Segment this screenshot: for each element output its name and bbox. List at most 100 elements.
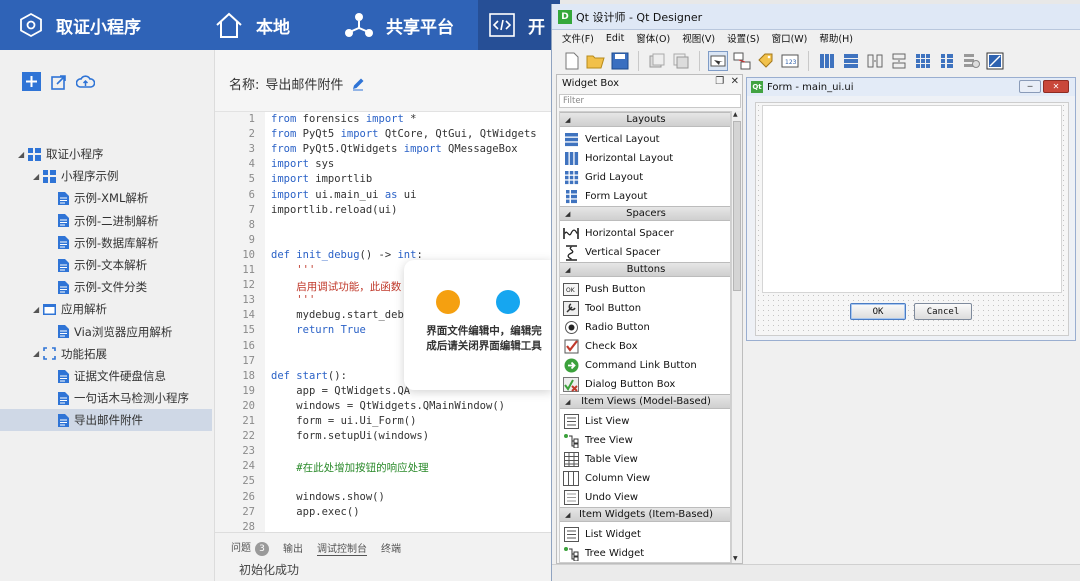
widget-item[interactable]: Column View xyxy=(560,469,730,488)
widget-item[interactable]: Command Link Button xyxy=(560,356,730,375)
cloud-upload-icon[interactable] xyxy=(76,72,95,91)
widget-item[interactable]: Check Box xyxy=(560,337,730,356)
category-collapse-icon[interactable]: ◢ xyxy=(565,398,570,406)
expand-arrow-icon[interactable]: ◢ xyxy=(33,349,43,358)
code-line[interactable]: app = QtWidgets.QA xyxy=(271,385,410,397)
widget-item[interactable]: Table View xyxy=(560,450,730,469)
menu-item[interactable]: 设置(S) xyxy=(727,31,759,45)
float-panel-icon[interactable]: ❐ xyxy=(715,76,724,87)
tab-output[interactable]: 输出 xyxy=(283,540,303,555)
widget-item[interactable]: Vertical Layout xyxy=(560,130,730,149)
tree-item[interactable]: 示例-文本解析 xyxy=(0,254,212,276)
category-collapse-icon[interactable]: ◢ xyxy=(565,116,570,124)
menu-item[interactable]: 帮助(H) xyxy=(819,31,853,45)
code-line[interactable]: 启用调试功能，此函数 xyxy=(271,279,401,294)
code-line[interactable]: import sys xyxy=(271,158,334,170)
category-collapse-icon[interactable]: ◢ xyxy=(565,210,570,218)
tree-item[interactable]: 证据文件硬盘信息 xyxy=(0,365,212,387)
widget-item[interactable]: Grid Layout xyxy=(560,168,730,187)
widget-item[interactable]: Horizontal Spacer xyxy=(560,224,730,243)
widget-category[interactable]: ◢ Spacers xyxy=(560,206,730,221)
code-line[interactable]: from forensics import * xyxy=(271,113,416,125)
layout-form-icon[interactable] xyxy=(937,51,957,71)
edit-signals-icon[interactable] xyxy=(732,51,752,71)
new-file-icon[interactable] xyxy=(562,51,582,71)
break-layout-icon[interactable] xyxy=(961,51,981,71)
export-icon[interactable] xyxy=(49,72,68,91)
expand-arrow-icon[interactable]: ◢ xyxy=(33,305,43,314)
code-line[interactable]: from PyQt5.QtWidgets import QMessageBox xyxy=(271,143,518,155)
layout-horizontally-icon[interactable] xyxy=(817,51,837,71)
widget-item[interactable]: Undo View xyxy=(560,488,730,507)
layout-vertically-icon[interactable] xyxy=(841,51,861,71)
expand-arrow-icon[interactable]: ◢ xyxy=(33,172,43,181)
form-content-area[interactable] xyxy=(762,105,1062,293)
expand-arrow-icon[interactable]: ◢ xyxy=(18,150,28,159)
widget-item[interactable]: OK Push Button xyxy=(560,280,730,299)
edit-pencil-icon[interactable] xyxy=(351,77,365,91)
tree-item[interactable]: ◢ 小程序示例 xyxy=(0,165,212,187)
code-line[interactable]: windows.show() xyxy=(271,491,385,503)
form-canvas[interactable]: OK Cancel xyxy=(755,102,1069,336)
layout-splitter-h-icon[interactable] xyxy=(865,51,885,71)
widget-category[interactable]: ◢ Item Views (Model-Based) xyxy=(560,394,730,409)
tree-item[interactable]: ◢ 功能拓展 xyxy=(0,343,212,365)
widget-item[interactable]: Tree View xyxy=(560,431,730,450)
widget-item[interactable]: Dialog Button Box xyxy=(560,375,730,394)
tab-local[interactable]: 本地 xyxy=(214,0,290,50)
code-line[interactable]: mydebug.start_debu xyxy=(271,309,410,321)
menu-item[interactable]: 视图(V) xyxy=(682,31,715,45)
tab-terminal[interactable]: 终端 xyxy=(381,540,401,555)
minimize-icon[interactable]: ─ xyxy=(1019,80,1041,93)
widget-filter-input[interactable]: Filter xyxy=(559,94,741,108)
code-line[interactable]: windows = QtWidgets.QMainWindow() xyxy=(271,400,505,412)
tab-develop[interactable]: 开 xyxy=(478,0,560,50)
code-line[interactable]: app.exec() xyxy=(271,506,359,518)
widget-item[interactable]: Horizontal Layout xyxy=(560,149,730,168)
code-line[interactable]: from PyQt5 import QtCore, QtGui, QtWidge… xyxy=(271,128,537,140)
category-collapse-icon[interactable]: ◢ xyxy=(565,266,570,274)
category-collapse-icon[interactable]: ◢ xyxy=(565,511,570,519)
widget-item[interactable]: Radio Button xyxy=(560,318,730,337)
save-icon[interactable] xyxy=(610,51,630,71)
code-line[interactable]: #在此处增加按钮的响应处理 xyxy=(271,460,428,475)
add-icon[interactable] xyxy=(22,72,41,91)
tree-item[interactable]: ◢ 取证小程序 xyxy=(0,143,212,165)
widget-item[interactable]: List Widget xyxy=(560,525,730,544)
tree-item[interactable]: 导出邮件附件 xyxy=(0,409,212,432)
edit-widgets-icon[interactable] xyxy=(708,51,728,71)
tab-debug-console[interactable]: 调试控制台 xyxy=(317,540,367,556)
tab-miniprogram[interactable]: 取证小程序 xyxy=(18,0,141,50)
tree-item[interactable]: Via浏览器应用解析 xyxy=(0,321,212,343)
layout-grid-icon[interactable] xyxy=(913,51,933,71)
menu-item[interactable]: 文件(F) xyxy=(562,31,594,45)
tree-item[interactable]: 示例-数据库解析 xyxy=(0,232,212,254)
redo-icon[interactable] xyxy=(671,51,691,71)
adjust-size-icon[interactable] xyxy=(985,51,1005,71)
code-line[interactable]: import importlib xyxy=(271,173,372,185)
scroll-up-arrow-icon[interactable]: ▲ xyxy=(733,111,738,118)
tab-problems[interactable]: 问题 3 xyxy=(231,539,269,556)
widget-item[interactable]: Tool Button xyxy=(560,299,730,318)
undo-icon[interactable] xyxy=(647,51,667,71)
tree-item[interactable]: ◢ 应用解析 xyxy=(0,298,212,320)
widget-item[interactable]: List View xyxy=(560,412,730,431)
tree-item[interactable]: 示例-文件分类 xyxy=(0,276,212,298)
tree-item[interactable]: 一句话木马检测小程序 xyxy=(0,387,212,409)
code-line[interactable]: form = ui.Ui_Form() xyxy=(271,415,416,427)
tab-share-platform[interactable]: 共享平台 xyxy=(344,0,454,50)
edit-buddies-icon[interactable] xyxy=(756,51,776,71)
menu-item[interactable]: 窗体(O) xyxy=(636,31,670,45)
code-line[interactable]: return True xyxy=(271,324,366,336)
code-line[interactable]: import ui.main_ui as ui xyxy=(271,189,416,201)
code-line[interactable]: ''' xyxy=(271,294,315,306)
menu-item[interactable]: 窗口(W) xyxy=(772,31,808,45)
scroll-down-arrow-icon[interactable]: ▼ xyxy=(733,555,738,562)
edit-tab-order-icon[interactable]: 123 xyxy=(780,51,800,71)
close-icon[interactable]: ✕ xyxy=(1043,80,1069,93)
tree-item[interactable]: 示例-二进制解析 xyxy=(0,210,212,232)
layout-splitter-v-icon[interactable] xyxy=(889,51,909,71)
widget-category[interactable]: ◢ Buttons xyxy=(560,262,730,277)
code-line[interactable]: def init_debug() -> int: xyxy=(271,249,423,261)
widget-category[interactable]: ◢ Layouts xyxy=(560,112,730,127)
